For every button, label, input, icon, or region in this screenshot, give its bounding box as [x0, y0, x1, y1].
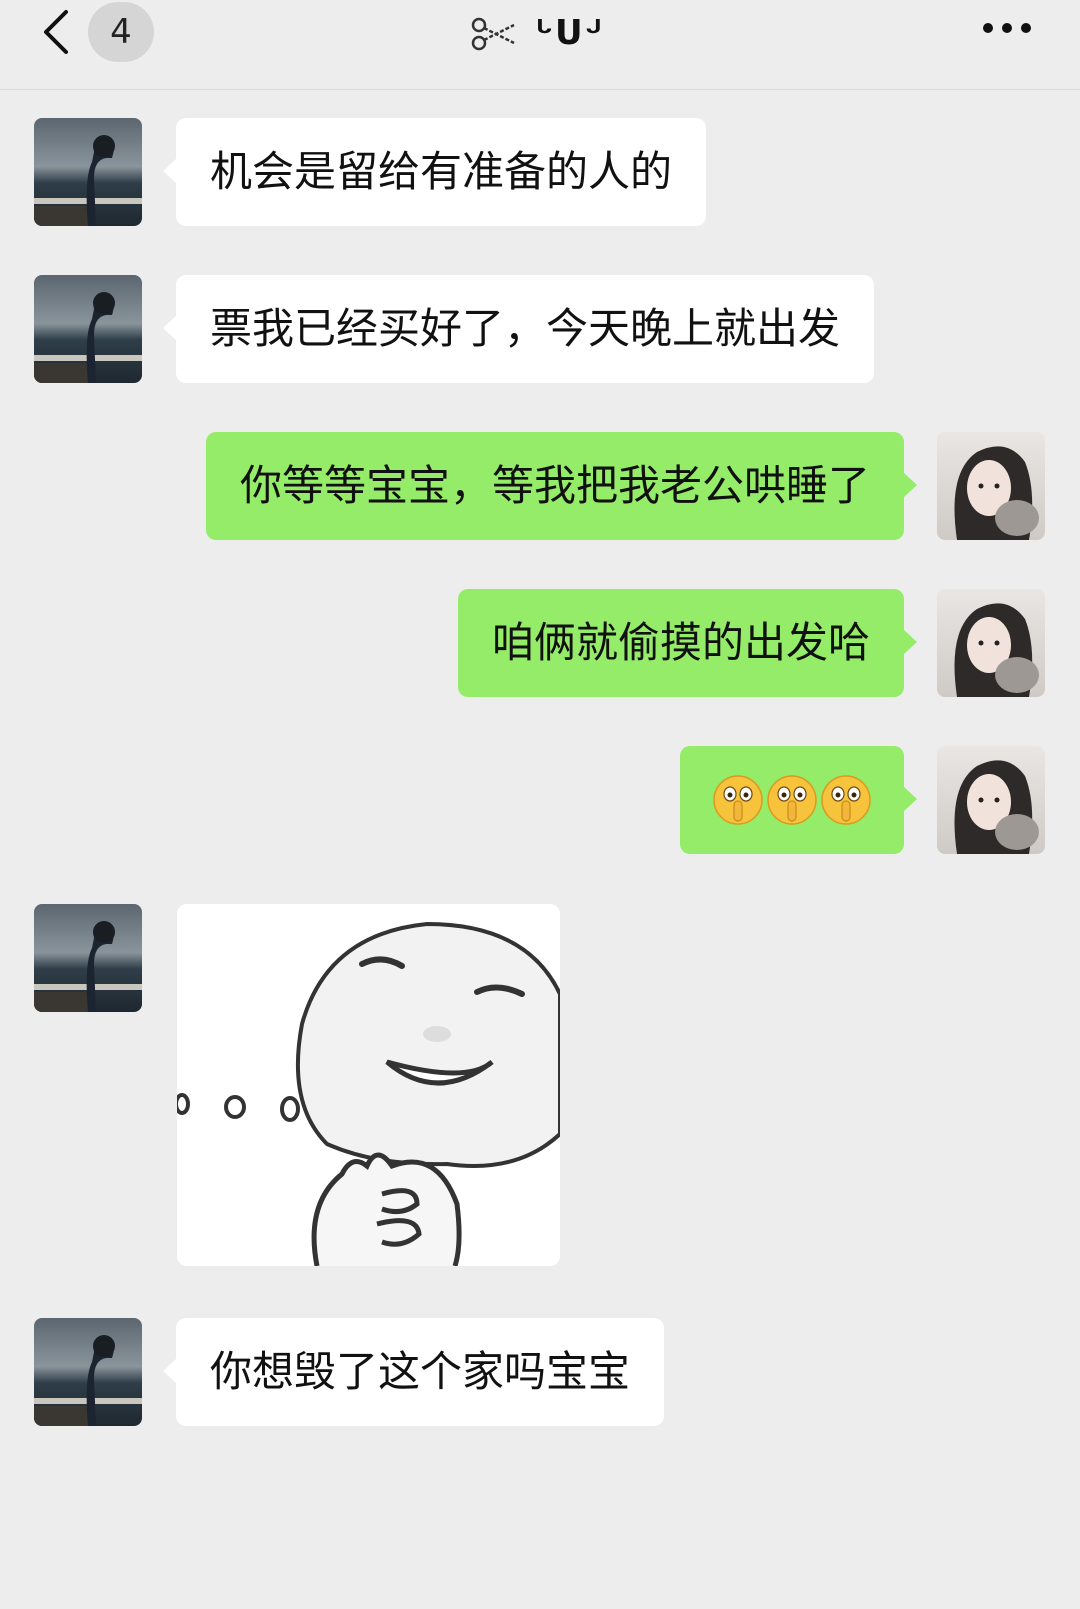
smiling-face-meme-sticker	[177, 904, 560, 1266]
message-bubble-outgoing[interactable]	[680, 746, 917, 854]
more-dots-icon[interactable]	[982, 16, 1032, 40]
contact-avatar[interactable]	[34, 118, 142, 226]
contact-avatar[interactable]	[34, 904, 142, 1012]
unread-count-badge[interactable]: 4	[88, 2, 154, 62]
chat-title: ᒡᑌᒢ	[470, 8, 604, 58]
contact-avatar[interactable]	[34, 275, 142, 383]
shushing-face-icon	[713, 775, 763, 825]
sticker-image[interactable]	[177, 904, 560, 1266]
message-bubble-incoming[interactable]: 票我已经买好了，今天晚上就出发	[162, 275, 875, 383]
message-bubble-outgoing[interactable]: 你等等宝宝，等我把我老公哄睡了	[205, 432, 918, 540]
shushing-face-icon	[821, 775, 871, 825]
message-bubble-incoming[interactable]: 你想毁了这个家吗宝宝	[162, 1318, 665, 1426]
chevron-left-icon	[44, 10, 68, 54]
message-bubble-incoming[interactable]: 机会是留给有准备的人的	[162, 118, 707, 226]
user-avatar[interactable]	[937, 746, 1045, 854]
user-avatar[interactable]	[937, 589, 1045, 697]
user-avatar[interactable]	[937, 432, 1045, 540]
shushing-face-icon	[767, 775, 817, 825]
scissors-icon	[471, 17, 515, 51]
message-bubble-outgoing[interactable]: 咱俩就偷摸的出发哈	[457, 589, 918, 697]
chat-title-text: ᒡᑌᒢ	[536, 13, 604, 53]
chat-header: 4 ᒡᑌᒢ	[0, 0, 1080, 90]
back-button[interactable]	[38, 6, 78, 58]
contact-avatar[interactable]	[34, 1318, 142, 1426]
